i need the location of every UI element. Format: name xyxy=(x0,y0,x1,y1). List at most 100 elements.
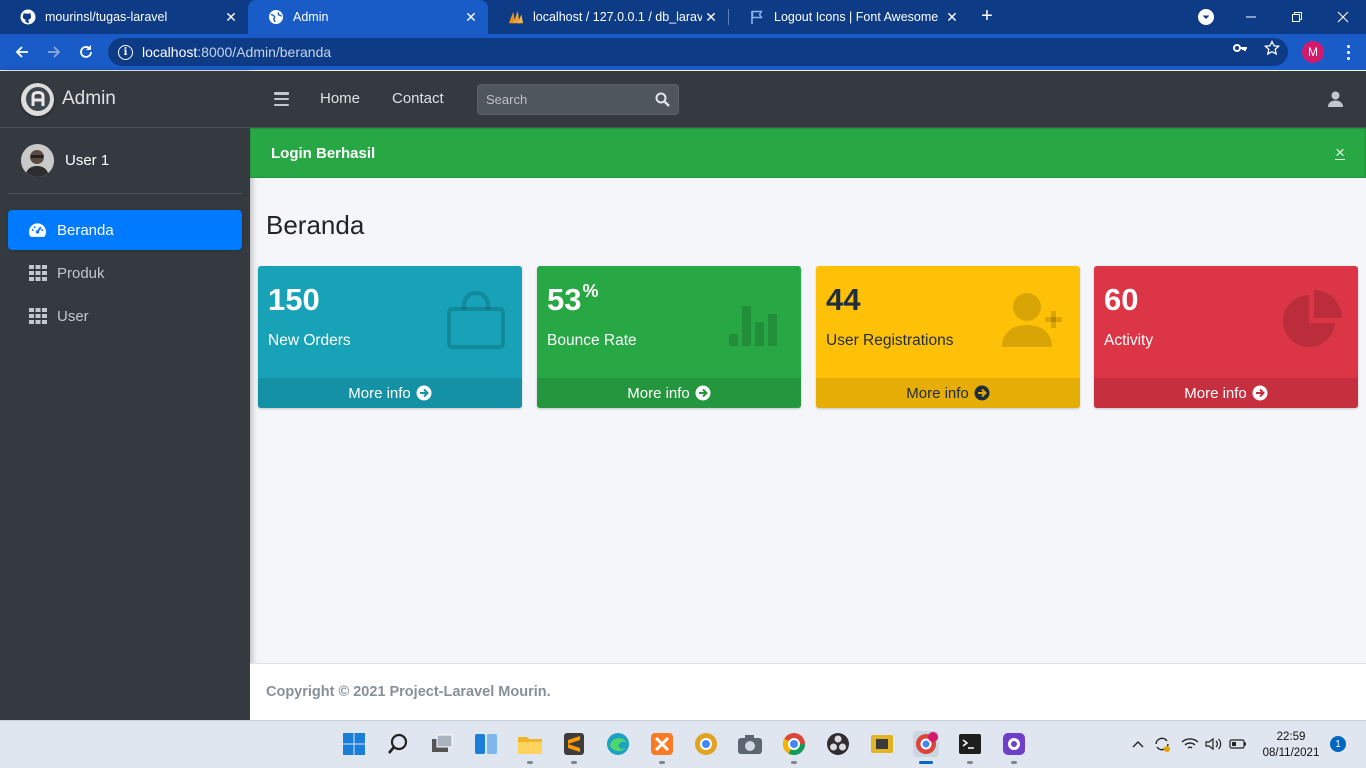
more-info-link[interactable]: More info xyxy=(258,378,522,408)
camera-icon[interactable] xyxy=(737,731,763,757)
arrow-circle-right-icon xyxy=(974,385,990,401)
address-bar[interactable]: i localhost:8000/Admin/beranda xyxy=(108,38,1288,66)
running-indicator xyxy=(1011,761,1017,764)
chrome-icon[interactable] xyxy=(781,731,807,757)
notification-badge[interactable]: 1 xyxy=(1330,736,1346,752)
password-key-icon[interactable] xyxy=(1232,40,1248,56)
close-icon xyxy=(1337,11,1349,23)
close-tab-icon[interactable]: ✕ xyxy=(222,8,240,26)
flag-icon xyxy=(749,9,765,25)
user-panel[interactable]: User 1 xyxy=(8,128,242,194)
start-icon[interactable] xyxy=(341,731,367,757)
page-title: Beranda xyxy=(266,210,365,240)
nav-link-contact[interactable]: Contact xyxy=(392,90,444,107)
chevron-up-icon[interactable] xyxy=(1129,735,1147,753)
new-tab-button[interactable]: + xyxy=(977,6,997,27)
forward-button[interactable] xyxy=(44,42,64,62)
box-label: Bounce Rate xyxy=(547,332,637,349)
tab-phpmyadmin[interactable]: localhost / 127.0.0.1 / db_laravel ✕ xyxy=(488,0,728,34)
tab-github[interactable]: mourinsl/tugas-laravel ✕ xyxy=(0,0,248,34)
small-box-registrations: 44 User Registrations More info xyxy=(816,266,1080,408)
sidebar-item-produk[interactable]: Produk xyxy=(8,253,242,293)
running-indicator xyxy=(659,761,665,764)
browser-tab-bar: mourinsl/tugas-laravel ✕ Admin ✕ localho… xyxy=(0,0,1366,34)
tab-title: mourinsl/tugas-laravel xyxy=(45,10,168,24)
sidebar-item-user[interactable]: User xyxy=(8,296,242,336)
sidebar-item-label: User xyxy=(57,307,89,325)
sublime-text-icon[interactable] xyxy=(561,731,587,757)
close-window-button[interactable] xyxy=(1320,0,1366,34)
profile-avatar[interactable]: M xyxy=(1302,41,1324,63)
grid-icon xyxy=(28,307,47,326)
running-indicator xyxy=(527,761,533,764)
nav-link-home[interactable]: Home xyxy=(320,90,360,107)
more-info-label: More info xyxy=(1184,384,1247,402)
avatar xyxy=(21,144,54,177)
close-tab-icon[interactable]: ✕ xyxy=(462,8,480,26)
github-desktop-icon[interactable] xyxy=(1001,731,1027,757)
terminal-icon[interactable] xyxy=(957,731,983,757)
copyright-text: Copyright © 2021 Project-Laravel Mourin. xyxy=(266,684,551,700)
xampp-icon[interactable] xyxy=(649,731,675,757)
more-info-link[interactable]: More info xyxy=(537,378,801,408)
bookmark-star-icon[interactable] xyxy=(1264,40,1280,56)
reload-icon xyxy=(80,45,92,58)
arrow-left-icon xyxy=(15,46,28,58)
user-icon[interactable] xyxy=(1326,90,1344,108)
user-plus-icon xyxy=(1002,288,1066,352)
tab-admin[interactable]: Admin ✕ xyxy=(248,0,488,34)
minimize-icon xyxy=(1246,16,1256,18)
page-footer: Copyright © 2021 Project-Laravel Mourin. xyxy=(250,663,1366,720)
file-explorer-icon[interactable] xyxy=(517,731,543,757)
filezilla-icon[interactable] xyxy=(869,731,895,757)
info-icon[interactable]: i xyxy=(118,44,133,60)
reload-button[interactable] xyxy=(76,42,96,62)
restore-button[interactable] xyxy=(1274,0,1320,34)
arrow-right-icon xyxy=(48,46,61,58)
box-value: 60 xyxy=(1104,282,1139,317)
search-input[interactable] xyxy=(486,92,646,107)
box-label: New Orders xyxy=(268,332,351,349)
task-view-icon[interactable] xyxy=(429,731,455,757)
search-icon[interactable] xyxy=(655,92,670,107)
volume-icon[interactable] xyxy=(1205,735,1223,753)
close-tab-icon[interactable]: ✕ xyxy=(702,8,720,26)
alert-close-button[interactable]: × xyxy=(1335,144,1345,161)
hamburger-menu-icon[interactable] xyxy=(274,92,289,106)
widgets-icon[interactable] xyxy=(473,731,499,757)
search-icon[interactable] xyxy=(385,731,411,757)
top-navbar: Home Contact xyxy=(250,71,1366,128)
wifi-icon[interactable] xyxy=(1181,735,1199,753)
back-button[interactable] xyxy=(12,42,32,62)
sidebar-item-label: Produk xyxy=(57,264,105,282)
tab-fontawesome[interactable]: Logout Icons | Font Awesome ✕ xyxy=(729,0,969,34)
windows-taskbar: 22:59 08/11/2021 1 xyxy=(0,720,1366,768)
battery-icon[interactable] xyxy=(1229,735,1247,753)
running-indicator xyxy=(967,761,973,764)
system-clock[interactable]: 22:59 08/11/2021 xyxy=(1262,729,1320,761)
restore-icon xyxy=(1292,12,1302,22)
browser-menu-icon[interactable] xyxy=(1338,42,1358,62)
box-value: 150 xyxy=(268,282,320,317)
shopping-bag-icon xyxy=(444,288,508,352)
sidebar: Admin User 1 Beranda Produk User xyxy=(0,71,250,720)
chrome-profile-icon[interactable] xyxy=(913,731,939,757)
chrome-canary-icon[interactable] xyxy=(693,731,719,757)
adminlte-logo-icon xyxy=(21,82,54,116)
sync-icon[interactable] xyxy=(1153,735,1171,753)
arrow-circle-right-icon xyxy=(1252,385,1268,401)
obs-icon[interactable] xyxy=(825,731,851,757)
minimize-button[interactable] xyxy=(1228,0,1274,34)
grid-icon xyxy=(28,264,47,283)
more-info-link[interactable]: More info xyxy=(1094,378,1358,408)
success-alert: Login Berhasil × xyxy=(250,128,1366,178)
clock-time: 22:59 xyxy=(1276,731,1306,743)
tab-search-button[interactable] xyxy=(1198,9,1214,25)
browser-toolbar: i localhost:8000/Admin/beranda M xyxy=(0,34,1366,70)
more-info-link[interactable]: More info xyxy=(816,378,1080,408)
edge-icon[interactable] xyxy=(605,731,631,757)
brand-link[interactable]: Admin xyxy=(0,71,250,128)
sidebar-item-beranda[interactable]: Beranda xyxy=(8,210,242,250)
close-tab-icon[interactable]: ✕ xyxy=(943,8,961,26)
sidebar-menu: Beranda Produk User xyxy=(0,194,250,336)
